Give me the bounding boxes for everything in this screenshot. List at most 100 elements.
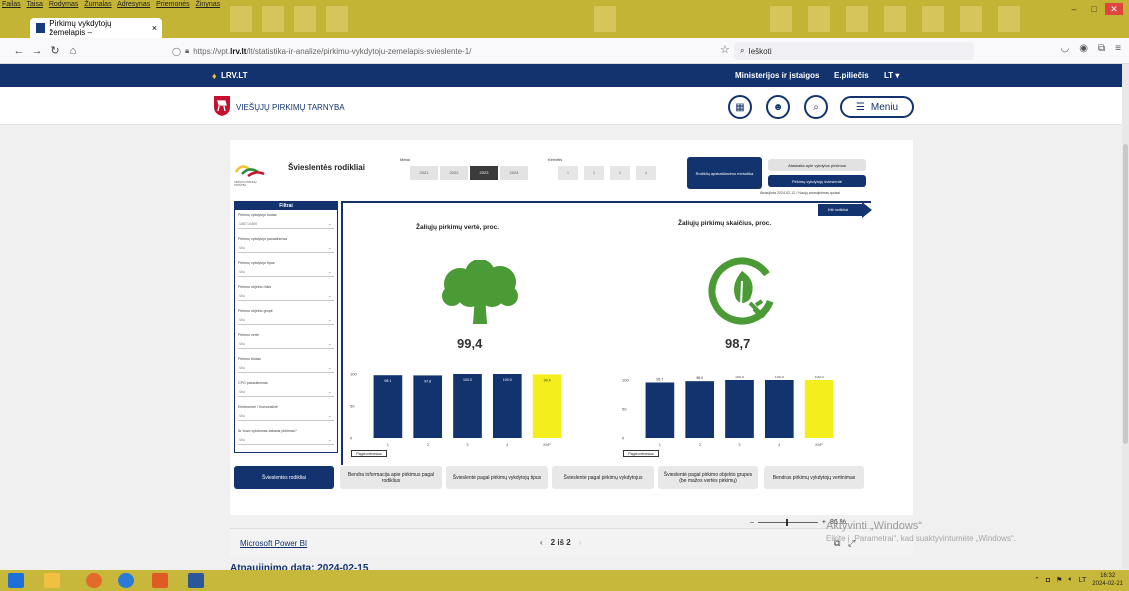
back-icon[interactable]: ← [10,45,28,57]
methodology-button[interactable]: Rodiklių apskaičiavimo metodika [687,157,762,189]
year-button-2021[interactable]: 2021 [410,166,438,180]
flag-icon[interactable]: ⚑ [1056,576,1062,584]
year-button-2024[interactable]: 2024 [500,166,528,180]
tab-overall-assessment[interactable]: Bendras pirkimų vykdytojų vertinimas [764,466,864,489]
procurement-report-button[interactable]: Ataskaita apie vykdytus pirkimus [768,159,866,171]
buildings-icon[interactable]: ▦ [728,95,752,119]
pocket-icon[interactable]: ◡ [1061,43,1070,54]
bar-chart-count: 0 50 100 95.7 1 98.0 2 100.0 3 100.0 4 100.0 KVP [622,376,834,447]
filter-dropdown[interactable]: Visi ⌄ [238,435,334,445]
filter-dropdown[interactable]: Visi ⌄ [238,267,334,277]
filter-dropdown[interactable]: Visi ⌄ [238,315,334,325]
scrollbar-thumb[interactable] [1123,144,1128,444]
count-chart-data-label: 98.0 [696,376,703,380]
windows-start-icon[interactable] [8,573,24,588]
menu-item-bookmarks[interactable]: Adresynas [117,1,150,8]
tab-by-buyer[interactable]: Švieslentė pagal pirkimų vykdytojus [552,466,654,489]
value-chart-data-label: 100.0 [503,378,512,382]
tab-general-info[interactable]: Bendra informacija apie pirkimus pagal r… [340,466,442,489]
value-chart-xtick: 2 [427,443,429,447]
filter-dropdown[interactable]: Visi ⌄ [238,243,334,253]
tab-by-buyer-type[interactable]: Švieslentė pagal pirkimų vykdytojų tipus [446,466,548,489]
filter-dropdown[interactable]: Visi ⌄ [238,291,334,301]
menu-item-tools[interactable]: Priemonės [156,1,189,8]
lrv-flame-icon: ♦ [212,71,217,81]
address-bar[interactable]: ◯ 🔒︎ https://vpt.lrv.lt/lt/statistika-ir… [172,42,702,60]
by-month-button-left[interactable]: Pagal mėnesius [351,450,387,457]
tab-dashboard-indicators[interactable]: Švieslentės rodikliai [234,466,334,489]
menu-item-history[interactable]: Žurnalas [84,1,111,8]
zoom-slider[interactable] [757,519,818,526]
filter-dropdown[interactable]: 188714469 ⌄ [238,219,334,229]
forward-icon[interactable]: → [28,45,46,57]
file-explorer-icon[interactable] [44,573,60,588]
tab-close-icon[interactable]: × [152,23,157,33]
menu-button-label: Meniu [870,101,899,113]
count-chart-bar [764,380,794,438]
input-language[interactable]: LT [1079,577,1087,584]
zoom-out-icon[interactable]: – [750,519,754,526]
chevron-down-icon: ⌄ [327,437,332,443]
filter-object-group: Pirkimo objekto grupė Visi ⌄ [238,309,334,325]
year-button-2022[interactable]: 2022 [440,166,468,180]
minimize-button[interactable]: – [1065,3,1083,15]
updated-note: Atnaujinta 2024-02-12 / Naujų atnaujinim… [760,191,841,195]
buyers-map-button[interactable]: Pirkimų vykdytojų švieslentė [768,175,866,187]
language-selector[interactable]: LT ▾ [884,71,899,80]
system-tray: ⌃ ◘ ⚑ 🔈︎ LT 16:32 2024-02-21 [1034,572,1123,588]
next-indicators-label[interactable]: Kiti rodikliai [828,207,848,212]
tray-chevron-icon[interactable]: ⌃ [1034,576,1040,584]
menu-item-edit[interactable]: Taisa [27,1,43,8]
menu-item-file[interactable]: Failas [2,1,21,8]
value-chart-data-label: 99.4 [544,378,551,382]
firefox-icon[interactable] [86,573,102,588]
powerbi-link[interactable]: Microsoft Power BI [240,539,307,548]
word-icon[interactable] [188,573,204,588]
quarter-label: Ketvirtis [548,157,563,162]
link-ministries[interactable]: Ministerijos ir įstaigos [735,71,819,80]
lrv-logo[interactable]: LRV.LT [221,71,248,80]
menu-item-view[interactable]: Rodymas [49,1,79,8]
close-window-button[interactable]: ✕ [1105,3,1123,15]
tab-by-object-group[interactable]: Švieslentė pagal pirkimo objekto grupes … [658,466,758,489]
outlook-icon[interactable] [152,573,168,588]
search-input[interactable]: ⌕ Ieškoti [734,42,974,60]
volume-icon[interactable]: 🔈︎ [1068,576,1072,584]
hamburger-menu-icon[interactable]: ≡ [1115,43,1121,54]
filter-dropdown[interactable]: Visi ⌄ [238,363,334,373]
link-e-citizen[interactable]: E.piliečis [834,71,869,80]
by-month-button-right[interactable]: Pagal mėnesius [623,450,659,457]
hamburger-icon: ☰ [855,101,865,113]
internet-explorer-icon[interactable] [118,573,134,588]
reload-icon[interactable]: ↻ [46,44,64,57]
quarter-button-4[interactable]: 4 [636,166,656,180]
account-icon[interactable]: ◉ [1079,43,1088,54]
network-icon[interactable]: ◘ [1046,577,1050,584]
people-icon[interactable]: ☻ [766,95,790,119]
page-scrollbar[interactable] [1122,64,1129,569]
search-site-icon[interactable]: ⌕ [804,95,828,119]
maximize-button[interactable]: □ [1085,3,1103,15]
next-page-icon[interactable]: › [579,538,582,547]
prev-page-icon[interactable]: ‹ [540,538,543,547]
quarter-button-2[interactable]: 2 [584,166,604,180]
menu-item-help[interactable]: Žinynas [196,1,221,8]
chart-title-value: Žaliųjų pirkimų vertė, proc. [416,224,500,231]
value-chart-bar [413,375,443,438]
quarter-button-1[interactable]: 1 [558,166,578,180]
system-clock[interactable]: 16:32 2024-02-21 [1092,572,1123,588]
home-icon[interactable]: ⌂ [64,45,82,57]
kpi-value-left: 99,4 [457,336,483,351]
org-name[interactable]: VIEŠŲJŲ PIRKIMŲ TARNYBA [236,103,345,112]
count-chart-bar [725,380,754,438]
filter-dropdown[interactable]: Visi ⌄ [238,339,334,349]
browser-tab[interactable]: Pirkimų vykdytojų žemelapis – × [30,18,162,38]
menu-button[interactable]: ☰ Meniu [840,96,914,118]
bookmark-star-icon[interactable]: ☆ [720,43,730,56]
quarter-button-3[interactable]: 3 [610,166,630,180]
filter-dropdown[interactable]: Visi ⌄ [238,411,334,421]
year-button-2023[interactable]: 2023 [470,166,498,180]
filter-dropdown[interactable]: Visi ⌄ [238,387,334,397]
url-text: https://vpt.lrv.lt/lt/statistika-ir-anal… [193,46,472,56]
extensions-icon[interactable]: ⧉ [1098,43,1105,54]
